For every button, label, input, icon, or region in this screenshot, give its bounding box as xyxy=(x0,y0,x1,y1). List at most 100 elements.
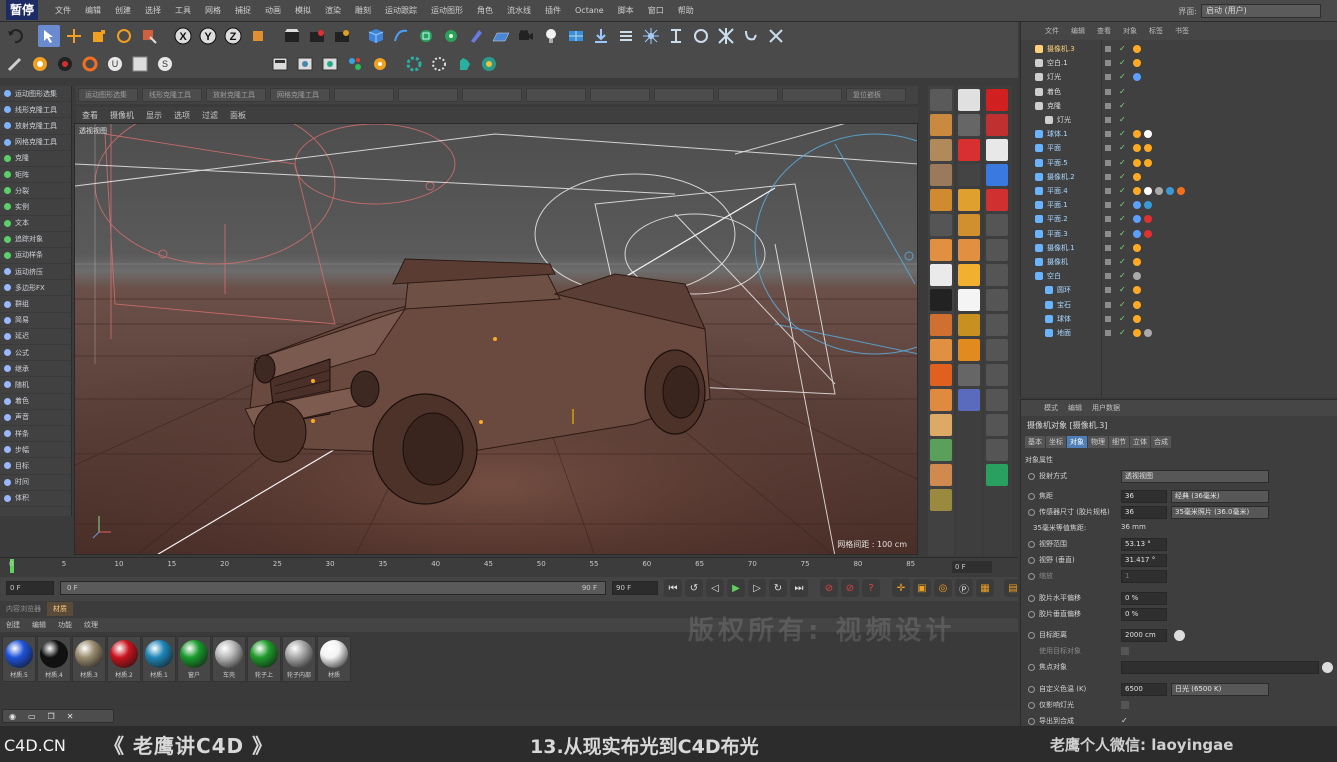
zoom-field[interactable]: 1 xyxy=(1121,570,1167,583)
object-tag-icon[interactable] xyxy=(1133,314,1141,323)
gear-mograph-icon[interactable] xyxy=(29,53,51,75)
shelf-button[interactable] xyxy=(462,88,522,102)
axis-lock-icon[interactable] xyxy=(930,389,952,411)
film-offset-y-radio[interactable] xyxy=(1028,611,1035,618)
image-icon[interactable] xyxy=(986,139,1008,161)
object-enabled-icon[interactable]: ✓ xyxy=(1119,130,1126,138)
export-composite-check[interactable]: ✓ xyxy=(1121,716,1128,725)
object-row[interactable]: 空白.1 ✓ xyxy=(1021,56,1337,70)
export-composite-radio[interactable] xyxy=(1028,718,1035,725)
settings-gear-icon[interactable] xyxy=(403,53,425,75)
object-visibility-icon[interactable] xyxy=(1105,259,1111,266)
asset-icon[interactable] xyxy=(478,53,500,75)
cube-mode-icon[interactable] xyxy=(930,114,952,136)
mograph-tool-item[interactable]: 样条 xyxy=(0,426,71,443)
next-frame-icon[interactable]: ▷ xyxy=(748,579,766,597)
menu-item[interactable]: 模拟 xyxy=(288,0,318,22)
object-tag-icon[interactable] xyxy=(1133,272,1141,281)
object-visibility-icon[interactable] xyxy=(1105,188,1111,195)
material-menu-item[interactable]: 纹理 xyxy=(78,618,104,632)
object-enabled-icon[interactable]: ✓ xyxy=(1119,258,1126,266)
object-visibility-icon[interactable] xyxy=(1105,159,1111,166)
figure-icon[interactable] xyxy=(958,214,980,236)
menu-item[interactable]: 工具 xyxy=(168,0,198,22)
mograph-tool-item[interactable]: 随机 xyxy=(0,377,71,394)
object-visibility-icon[interactable] xyxy=(1105,173,1111,180)
polygon-mode-icon[interactable] xyxy=(930,239,952,261)
object-enabled-icon[interactable]: ✓ xyxy=(1119,300,1126,309)
object-visibility-icon[interactable] xyxy=(1105,216,1111,223)
fov-vertical-field[interactable]: 31.417 ° xyxy=(1121,554,1167,567)
object-enabled-icon[interactable]: ✓ xyxy=(1119,215,1126,223)
attribute-tab[interactable]: 基本 xyxy=(1025,436,1045,448)
attribute-tab[interactable]: 对象 xyxy=(1067,436,1087,448)
mograph-tool-item[interactable]: 矩阵 xyxy=(0,167,71,184)
grey-icon-3[interactable] xyxy=(986,264,1008,286)
object-visibility-icon[interactable] xyxy=(1105,315,1111,322)
sensor-size-radio[interactable] xyxy=(1028,509,1035,516)
white-balance-field[interactable]: 6500 xyxy=(1121,683,1167,696)
zoom-radio[interactable] xyxy=(1028,573,1035,580)
mograph-tool-item[interactable]: 运动图形选集 xyxy=(0,86,71,103)
object-menu-item[interactable]: 对象 xyxy=(1117,26,1143,36)
viewport-menu-item[interactable]: 显示 xyxy=(140,110,168,121)
grey-icon-9[interactable] xyxy=(986,414,1008,436)
grey-icon-7[interactable] xyxy=(986,364,1008,386)
menu-item[interactable]: 帮助 xyxy=(671,0,701,22)
object-visibility-icon[interactable] xyxy=(1105,287,1111,294)
focus-object-field[interactable] xyxy=(1121,661,1319,674)
record-icon[interactable] xyxy=(54,53,76,75)
object-tag-icon[interactable] xyxy=(1144,329,1152,338)
s-icon[interactable]: S xyxy=(154,53,176,75)
object-row[interactable]: 摄像机.1 ✓ xyxy=(1021,241,1337,255)
grey-icon-2[interactable] xyxy=(986,239,1008,261)
grey-icon-4[interactable] xyxy=(986,289,1008,311)
crowd-icon[interactable] xyxy=(958,239,980,261)
scale-key-icon[interactable]: ▣ xyxy=(913,579,931,597)
align-icon[interactable] xyxy=(615,25,637,47)
object-tag-icon[interactable] xyxy=(1144,130,1152,139)
workplane-icon[interactable] xyxy=(930,339,952,361)
mograph-tool-item[interactable]: 实例 xyxy=(0,199,71,216)
mograph-tool-item[interactable]: 群组 xyxy=(0,296,71,313)
x-axis-button[interactable]: X xyxy=(172,25,194,47)
use-target-checkbox[interactable] xyxy=(1121,647,1129,655)
object-tag-icon[interactable] xyxy=(1144,215,1152,224)
object-visibility-icon[interactable] xyxy=(1105,330,1111,337)
object-row[interactable]: 摄像机 ✓ xyxy=(1021,255,1337,269)
snap-settings-icon[interactable] xyxy=(930,314,952,336)
viewport-menu-item[interactable]: 选项 xyxy=(168,110,196,121)
attribute-menu-item[interactable]: 编辑 xyxy=(1063,403,1087,413)
sensor-size-preset[interactable]: 35毫米照片 (36.0毫米) xyxy=(1171,506,1269,519)
rotate-key-icon[interactable]: ◎ xyxy=(934,579,952,597)
object-visibility-icon[interactable] xyxy=(1105,46,1111,53)
keyframe-selection-icon[interactable]: ? xyxy=(862,579,880,597)
mograph-tool-item[interactable]: 目标 xyxy=(0,458,71,475)
u-icon[interactable]: U xyxy=(104,53,126,75)
mograph-icon[interactable] xyxy=(565,25,587,47)
scale-tool-icon[interactable] xyxy=(88,25,110,47)
mograph-tool-item[interactable]: 克隆 xyxy=(0,151,71,167)
affect-lights-checkbox[interactable] xyxy=(1121,701,1129,709)
attribute-tab[interactable]: 坐标 xyxy=(1046,436,1066,448)
object-tag-icon[interactable] xyxy=(1133,45,1141,54)
object-menu-item[interactable]: 文件 xyxy=(1039,26,1065,36)
object-row[interactable]: 宝石 ✓ xyxy=(1021,298,1337,312)
attribute-menu-item[interactable]: 模式 xyxy=(1039,403,1063,413)
material-menu-item[interactable]: 创建 xyxy=(0,618,26,632)
object-enabled-icon[interactable]: ✓ xyxy=(1119,314,1126,323)
focal-length-preset[interactable]: 经典 (36毫米) xyxy=(1171,490,1269,503)
object-enabled-icon[interactable]: ✓ xyxy=(1119,73,1126,81)
menu-item[interactable]: 动画 xyxy=(258,0,288,22)
mograph-tool-item[interactable]: 公式 xyxy=(0,345,71,362)
cc-icon[interactable] xyxy=(986,114,1008,136)
menu-item[interactable]: 脚本 xyxy=(611,0,641,22)
green-tag-icon[interactable] xyxy=(930,439,952,461)
object-row[interactable]: 摄像机.2 ✓ xyxy=(1021,170,1337,184)
current-frame-field[interactable]: 0 F xyxy=(952,561,992,573)
object-enabled-icon[interactable]: ✓ xyxy=(1119,172,1126,181)
object-visibility-icon[interactable] xyxy=(1105,117,1111,124)
download-icon[interactable] xyxy=(590,25,612,47)
object-tag-icon[interactable] xyxy=(1155,187,1163,196)
timeline-ruler[interactable]: 051015202530354045505560657075808590 0 F xyxy=(0,557,1018,575)
